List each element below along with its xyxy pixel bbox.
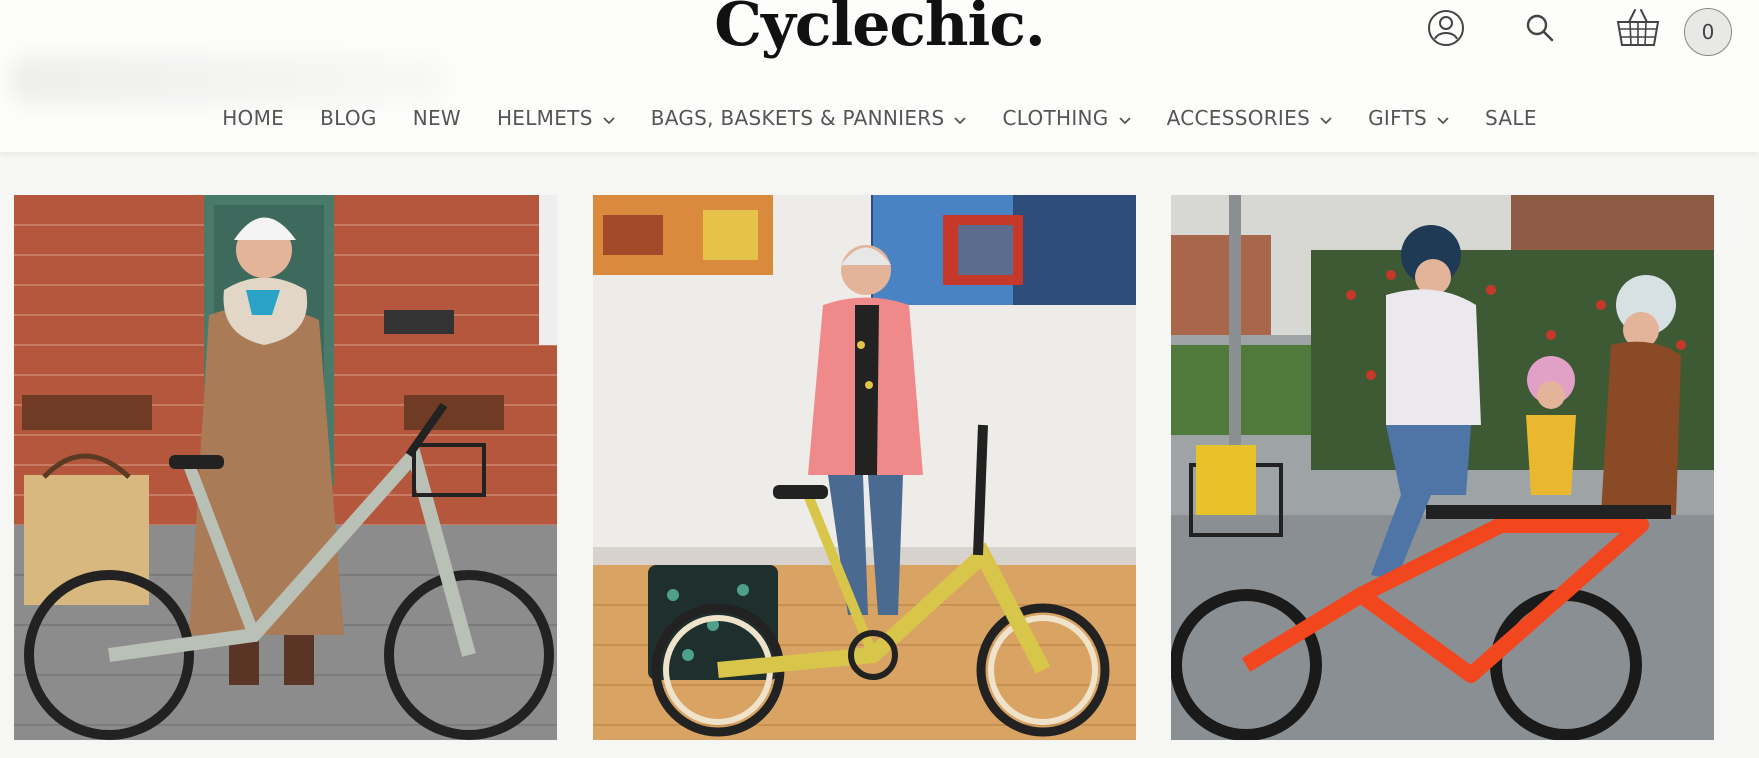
nav-label: NEW [412, 106, 461, 130]
product-image-card-1[interactable] [14, 195, 557, 740]
chevron-down-icon [603, 106, 615, 130]
cart-count-badge[interactable]: 0 [1684, 8, 1732, 56]
photo-woman-yellow-folding-bike [593, 195, 1136, 740]
nav-item-helmets[interactable]: HELMETS [479, 106, 633, 130]
nav-label: HELMETS [496, 106, 593, 130]
chevron-down-icon [1118, 106, 1131, 130]
nav-label: SALE [1485, 106, 1537, 130]
main-nav: HOME BLOG NEW HELMETS BAGS, BASKETS & PA… [0, 100, 1759, 136]
nav-label: BAGS, BASKETS & PANNIERS [650, 106, 945, 130]
basket-icon[interactable] [1610, 0, 1666, 56]
nav-item-home[interactable]: HOME [204, 106, 302, 130]
photo-woman-e-bike-brick-wall [14, 195, 557, 740]
nav-label: CLOTHING [1002, 106, 1109, 130]
nav-label: ACCESSORIES [1166, 106, 1311, 130]
search-icon[interactable] [1512, 0, 1568, 56]
nav-label: HOME [222, 106, 285, 130]
site-header: Cyclechic. 0 HOME BLOG NEW HELMETS BAGS,… [0, 0, 1759, 152]
chevron-down-icon [954, 106, 967, 130]
nav-item-blog[interactable]: BLOG [302, 106, 395, 130]
product-image-grid [14, 195, 1730, 740]
nav-item-clothing[interactable]: CLOTHING [984, 106, 1148, 130]
product-image-card-2[interactable] [593, 195, 1136, 740]
photo-family-cargo-bike [1171, 195, 1714, 740]
nav-item-sale[interactable]: SALE [1467, 106, 1555, 130]
nav-item-gifts[interactable]: GIFTS [1350, 106, 1467, 130]
chevron-down-icon [1437, 106, 1449, 130]
nav-item-accessories[interactable]: ACCESSORIES [1149, 106, 1350, 130]
nav-item-new[interactable]: NEW [395, 106, 479, 130]
chevron-down-icon [1320, 106, 1332, 130]
nav-label: BLOG [320, 106, 377, 130]
product-image-card-3[interactable] [1171, 195, 1714, 740]
blurred-announcement [10, 55, 450, 105]
nav-item-bags[interactable]: BAGS, BASKETS & PANNIERS [633, 106, 985, 130]
nav-label: GIFTS [1368, 106, 1428, 130]
brand-logo[interactable]: Cyclechic. [0, 0, 1759, 60]
account-icon[interactable] [1418, 0, 1474, 56]
